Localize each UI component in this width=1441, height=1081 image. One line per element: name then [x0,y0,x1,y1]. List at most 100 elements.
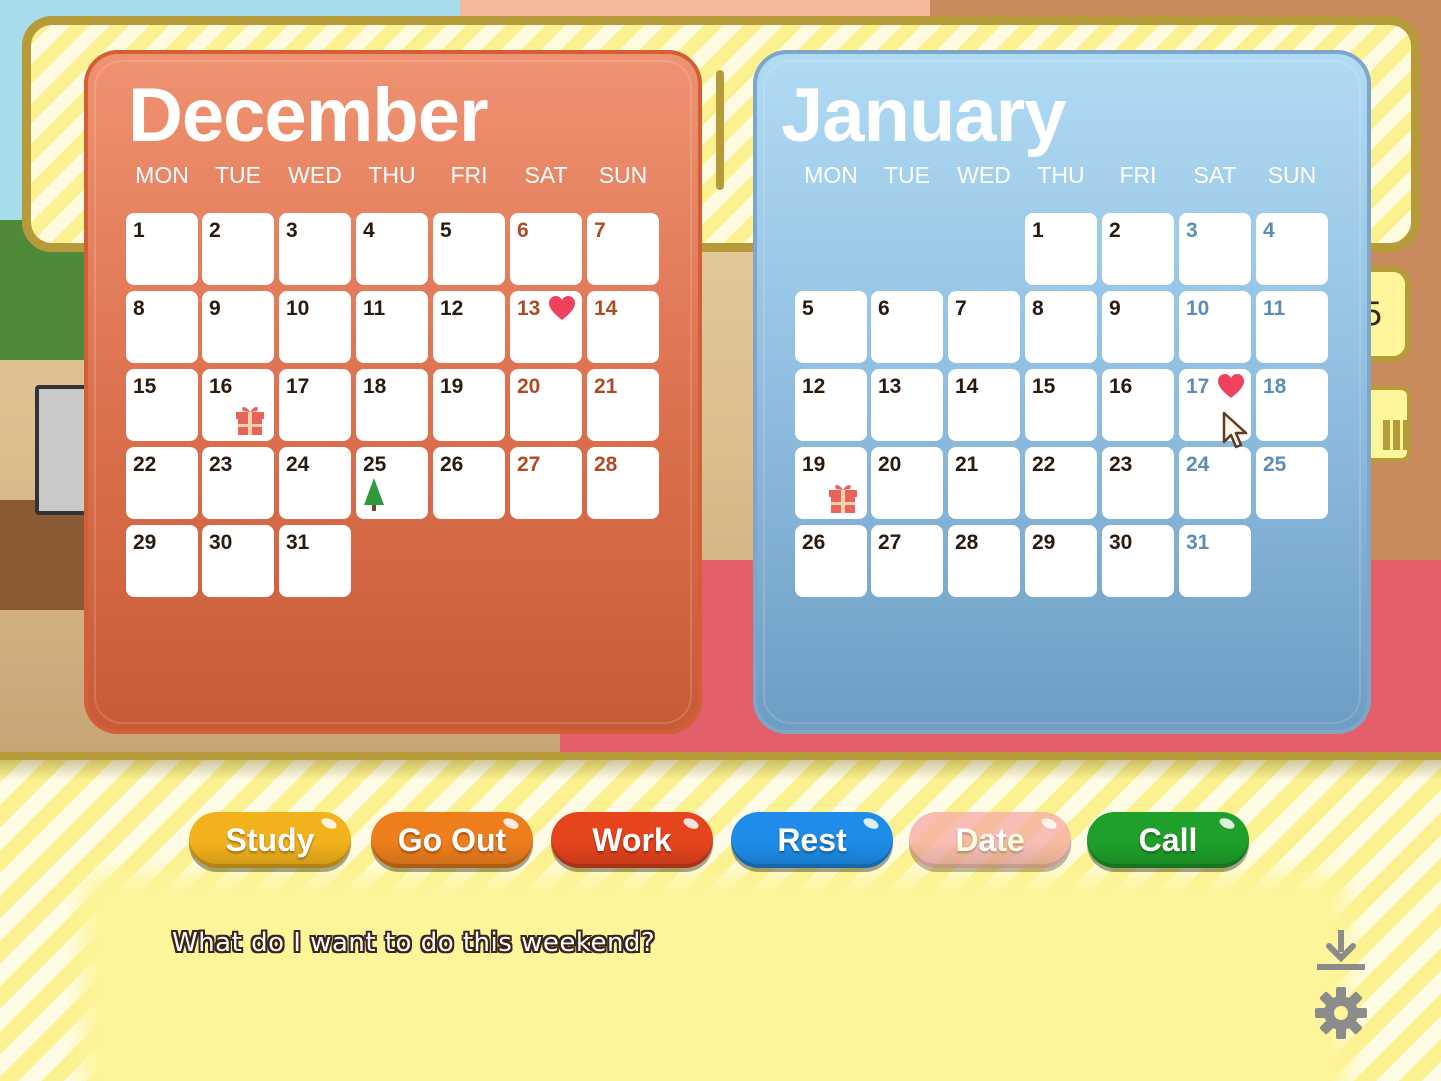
day-cell[interactable]: 27 [871,525,943,597]
day-cell[interactable]: 4 [356,213,428,285]
day-cell[interactable]: 7 [587,213,659,285]
study-button[interactable]: Study [189,812,351,868]
day-cell[interactable]: 23 [1102,447,1174,519]
weekday-label: SUN [598,162,648,188]
day-cell[interactable]: 15 [1025,369,1097,441]
day-cell[interactable]: 2 [202,213,274,285]
day-number: 29 [133,531,157,554]
day-cell[interactable]: 17 [279,369,351,441]
day-cell[interactable]: 3 [279,213,351,285]
day-cell[interactable]: 21 [948,447,1020,519]
day-cell[interactable]: 24 [1179,447,1251,519]
day-cell[interactable]: 23 [202,447,274,519]
day-cell[interactable]: 10 [1179,291,1251,363]
day-number: 31 [1186,531,1210,554]
gear-icon[interactable] [1313,985,1369,1041]
day-cell[interactable]: 31 [1179,525,1251,597]
day-cell[interactable]: 24 [279,447,351,519]
day-number: 6 [517,219,529,242]
day-number: 26 [440,453,464,476]
day-number: 19 [440,375,464,398]
day-number: 13 [878,375,902,398]
day-cell[interactable]: 16 [202,369,274,441]
day-cell[interactable]: 5 [433,213,505,285]
day-cell[interactable]: 11 [356,291,428,363]
day-cell[interactable]: 6 [510,213,582,285]
day-cell[interactable]: 8 [1025,291,1097,363]
day-number: 19 [802,453,826,476]
day-cell[interactable]: 9 [1102,291,1174,363]
weekday-label: FRI [450,162,488,188]
day-cell[interactable]: 19 [795,447,867,519]
day-cell[interactable]: 8 [126,291,198,363]
day-cell[interactable]: 22 [1025,447,1097,519]
day-cell[interactable]: 25 [1256,447,1328,519]
day-cell[interactable]: 10 [279,291,351,363]
day-cell[interactable]: 26 [795,525,867,597]
day-cell[interactable]: 3 [1179,213,1251,285]
day-cell[interactable]: 25 [356,447,428,519]
day-number: 16 [1109,375,1133,398]
day-cell[interactable]: 13 [871,369,943,441]
download-icon[interactable] [1313,926,1369,982]
action-label: Work [592,821,672,858]
go-out-button[interactable]: Go Out [371,812,533,868]
day-cell[interactable]: 29 [126,525,198,597]
day-cell[interactable]: 20 [871,447,943,519]
day-cell[interactable]: 27 [510,447,582,519]
day-cell[interactable]: 30 [1102,525,1174,597]
day-cell[interactable]: 4 [1256,213,1328,285]
action-label: Date [955,821,1025,858]
heart-icon [1217,373,1245,404]
january-calendar: January MON TUE WED THU FRI SAT SUN 1 2 3 4 5 6 7 8 9 10… [753,50,1371,734]
day-cell[interactable]: 9 [202,291,274,363]
day-number: 1 [1032,219,1044,242]
work-button[interactable]: Work [551,812,713,868]
day-cell[interactable]: 2 [1102,213,1174,285]
gift-icon [829,481,857,520]
day-cell[interactable]: 14 [587,291,659,363]
day-cell[interactable]: 16 [1102,369,1174,441]
day-number: 21 [594,375,618,398]
day-cell[interactable]: 28 [587,447,659,519]
day-cell[interactable]: 12 [433,291,505,363]
day-cell[interactable]: 31 [279,525,351,597]
day-cell[interactable]: 14 [948,369,1020,441]
day-number: 20 [878,453,902,476]
day-number: 8 [1032,297,1044,320]
day-cell[interactable]: 22 [126,447,198,519]
day-cell[interactable]: 28 [948,525,1020,597]
day-cell[interactable]: 26 [433,447,505,519]
day-number: 4 [1263,219,1275,242]
day-cell[interactable]: 12 [795,369,867,441]
day-number: 25 [1263,453,1287,476]
day-cell[interactable]: 5 [795,291,867,363]
day-cell[interactable]: 30 [202,525,274,597]
day-number: 29 [1032,531,1056,554]
day-cell[interactable]: 6 [871,291,943,363]
day-number: 4 [363,219,375,242]
december-calendar: December MON TUE WED THU FRI SAT SUN 1 2 3 4 5 6 7 8 9 1… [84,50,702,734]
day-cell[interactable]: 18 [356,369,428,441]
day-cell[interactable]: 1 [126,213,198,285]
day-cell[interactable]: 7 [948,291,1020,363]
rest-button[interactable]: Rest [731,812,893,868]
action-label: Study [225,821,315,858]
day-cell[interactable]: 20 [510,369,582,441]
day-cell[interactable]: 18 [1256,369,1328,441]
heart-icon [548,295,576,326]
day-cell[interactable]: 13 [510,291,582,363]
day-cell[interactable]: 21 [587,369,659,441]
weekday-label: TUE [884,162,930,188]
call-button[interactable]: Call [1087,812,1249,868]
day-number: 2 [1109,219,1121,242]
calendar-icon[interactable] [1365,386,1411,462]
day-cell[interactable]: 15 [126,369,198,441]
day-cell[interactable]: 1 [1025,213,1097,285]
day-cell[interactable]: 19 [433,369,505,441]
weekday-label: SAT [1193,162,1237,188]
weekday-label: MON [804,162,858,188]
day-cell[interactable]: 11 [1256,291,1328,363]
day-number: 12 [802,375,826,398]
day-cell[interactable]: 29 [1025,525,1097,597]
